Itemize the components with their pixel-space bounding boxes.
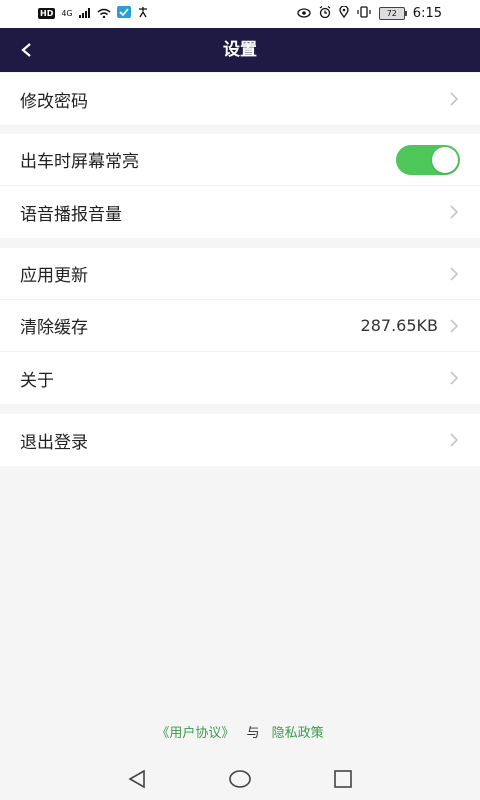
alarm-icon (319, 6, 331, 21)
status-bar: HD 4G 72 6:15 (0, 0, 480, 28)
hd-badge: HD (38, 8, 56, 19)
about-label: 关于 (20, 370, 54, 391)
network-type: 4G (61, 9, 73, 18)
location-icon (339, 5, 349, 21)
circle-home-icon (229, 770, 251, 788)
triangle-back-icon (128, 769, 145, 789)
app-notification-icon (116, 6, 131, 21)
about-row[interactable]: 关于 (0, 352, 480, 404)
app-update-row[interactable]: 应用更新 (0, 248, 480, 300)
screen-on-toggle[interactable] (396, 144, 460, 175)
eye-icon (297, 7, 311, 21)
clear-cache-row[interactable]: 清除缓存 287.65KB (0, 300, 480, 352)
section-account: 修改密码 (0, 73, 480, 125)
footer-links: 《用户协议》 与 隐私政策 (0, 722, 480, 741)
status-left: HD 4G (38, 6, 149, 21)
square-recents-icon (334, 770, 352, 788)
app-header: 设置 (0, 28, 480, 72)
signal-icon (78, 7, 91, 21)
battery-icon: 72 (378, 7, 407, 20)
change-password-label: 修改密码 (20, 91, 88, 112)
chevron-right-icon (448, 91, 460, 107)
section-app: 应用更新 清除缓存 287.65KB 关于 (0, 248, 480, 404)
section-driving: 出车时屏幕常亮 语音播报音量 (0, 134, 480, 238)
section-logout: 退出登录 (0, 414, 480, 466)
logout-label: 退出登录 (20, 432, 88, 453)
chevron-right-icon (448, 432, 460, 448)
chevron-right-icon (448, 204, 460, 220)
nav-back-button[interactable] (124, 766, 150, 792)
logout-row[interactable]: 退出登录 (0, 414, 480, 466)
user-agreement-link[interactable]: 《用户协议》 (156, 726, 234, 741)
chevron-right-icon (448, 266, 460, 282)
footer-separator: 与 (246, 726, 260, 741)
wifi-icon (97, 7, 111, 21)
chevron-right-icon (448, 318, 460, 334)
cache-size-value: 287.65KB (360, 316, 438, 335)
screen-on-label: 出车时屏幕常亮 (20, 152, 139, 172)
screen-on-row: 出车时屏幕常亮 (0, 134, 480, 186)
nav-recents-button[interactable] (330, 766, 356, 792)
privacy-policy-link[interactable]: 隐私政策 (272, 726, 324, 741)
status-right: 72 6:15 (297, 5, 442, 21)
notification-glyph-icon (137, 6, 149, 21)
chevron-right-icon (448, 370, 460, 386)
toggle-knob (432, 146, 458, 173)
vibrate-icon (357, 6, 371, 21)
app-update-label: 应用更新 (20, 266, 88, 286)
nav-home-button[interactable] (227, 766, 253, 792)
change-password-row[interactable]: 修改密码 (0, 73, 480, 125)
voice-volume-label: 语音播报音量 (20, 204, 122, 225)
clear-cache-label: 清除缓存 (20, 318, 88, 338)
system-nav-bar (0, 758, 480, 800)
clock-time: 6:15 (412, 6, 442, 21)
page-title: 设置 (223, 40, 257, 60)
voice-volume-row[interactable]: 语音播报音量 (0, 186, 480, 238)
